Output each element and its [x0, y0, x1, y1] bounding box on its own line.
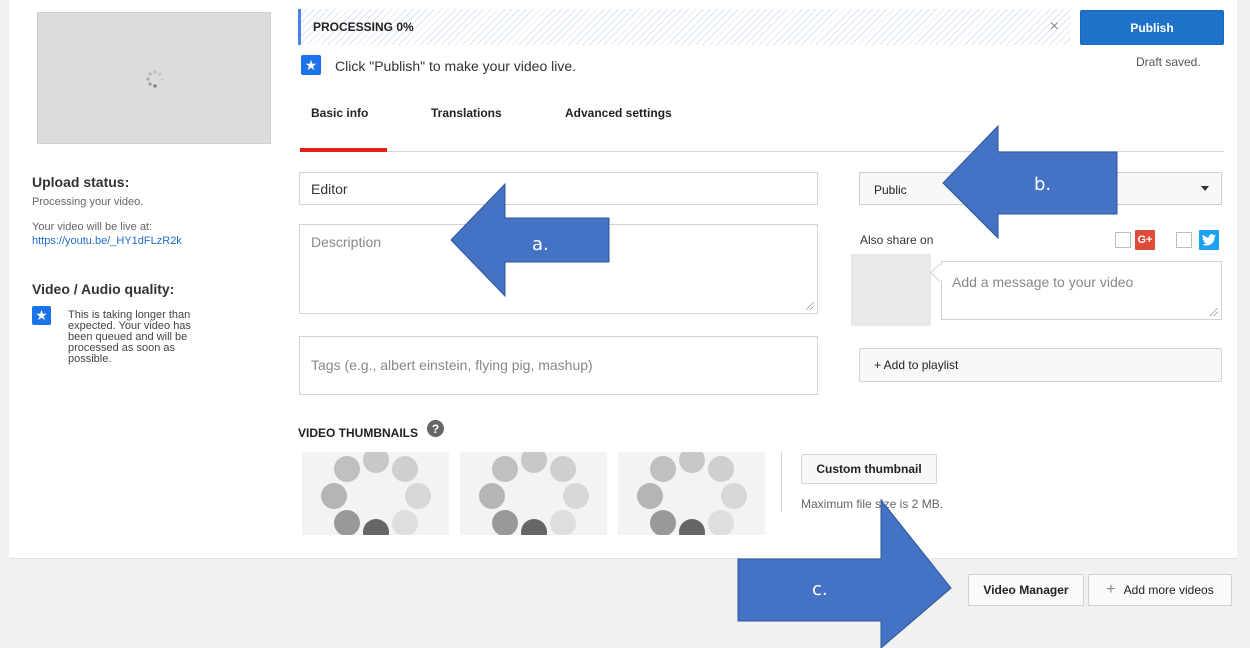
annotation-label-a: a.: [532, 234, 549, 255]
annotation-overlay: a. b. c.: [450, 124, 1118, 648]
annotation-label-b: b.: [1034, 174, 1051, 195]
annotation-arrow-c: c.: [737, 498, 952, 648]
annotation-arrow-a: a.: [450, 182, 610, 298]
annotation-label-c: c.: [812, 579, 828, 600]
annotation-arrow-b: b.: [942, 124, 1118, 240]
